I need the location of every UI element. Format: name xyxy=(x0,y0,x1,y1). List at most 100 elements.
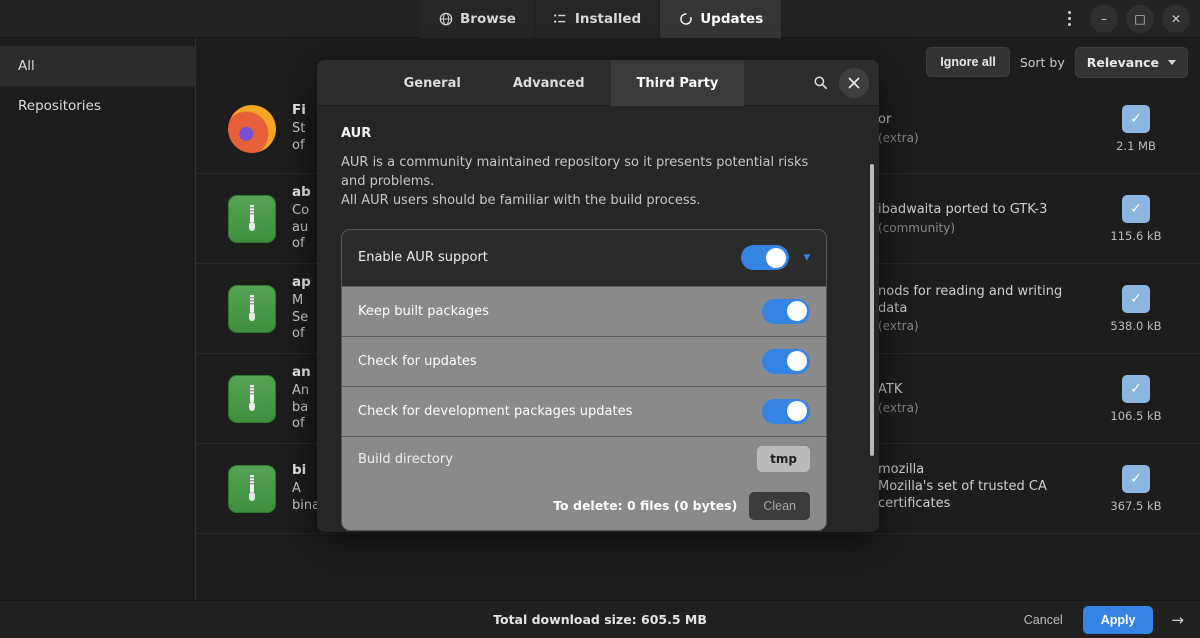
keep-built-packages-toggle[interactable] xyxy=(762,299,810,324)
cancel-button[interactable]: Cancel xyxy=(1016,607,1071,633)
package-actions: ✓ 115.6 kB xyxy=(1088,195,1184,243)
sidebar-item-all[interactable]: All xyxy=(0,46,195,86)
ignore-all-button[interactable]: Ignore all xyxy=(926,47,1010,77)
dialog-header: General Advanced Third Party xyxy=(317,60,879,106)
row-keep-built-packages-label: Keep built packages xyxy=(358,304,762,319)
row-build-directory[interactable]: Build directory tmp xyxy=(342,436,826,482)
package-icon xyxy=(228,285,276,333)
package-checkbox[interactable]: ✓ xyxy=(1122,195,1150,223)
globe-icon xyxy=(438,11,453,26)
row-check-for-updates[interactable]: Check for updates xyxy=(342,336,826,386)
package-right-description: or xyxy=(878,112,1088,129)
search-icon[interactable] xyxy=(805,68,835,98)
apply-button[interactable]: Apply xyxy=(1083,606,1154,634)
tab-general-label: General xyxy=(404,76,461,91)
close-button[interactable]: ✕ xyxy=(1162,5,1190,33)
tab-updates-label: Updates xyxy=(700,11,763,27)
chevron-down-icon xyxy=(1168,60,1176,65)
row-check-dev-updates[interactable]: Check for development packages updates xyxy=(342,386,826,436)
package-right-description: mozilla Mozilla's set of trusted CA cert… xyxy=(878,462,1088,513)
list-icon xyxy=(553,11,568,26)
tab-advanced[interactable]: Advanced xyxy=(487,60,611,106)
package-right-info: ibadwaita ported to GTK-3 (community) xyxy=(878,202,1088,235)
package-checkbox[interactable]: ✓ xyxy=(1122,105,1150,133)
row-check-for-updates-label: Check for updates xyxy=(358,354,762,369)
main-tabs: Browse Installed Updates xyxy=(420,0,782,38)
preferences-dialog: General Advanced Third Party AUR xyxy=(317,60,879,532)
package-actions: ✓ 367.5 kB xyxy=(1088,465,1184,513)
tab-updates[interactable]: Updates xyxy=(660,0,782,38)
tab-third-party-label: Third Party xyxy=(637,76,719,91)
package-right-description: nods for reading and writing data xyxy=(878,284,1088,318)
package-repo: (community) xyxy=(878,221,1088,235)
title-bar: Browse Installed Updates – □ ✕ xyxy=(0,0,1200,38)
package-icon xyxy=(228,375,276,423)
tab-third-party[interactable]: Third Party xyxy=(611,60,745,106)
row-check-dev-updates-label: Check for development packages updates xyxy=(358,404,762,419)
build-directory-value-button[interactable]: tmp xyxy=(757,446,810,472)
package-actions: ✓ 106.5 kB xyxy=(1088,375,1184,423)
dialog-tabs: General Advanced Third Party xyxy=(317,60,805,105)
package-size: 2.1 MB xyxy=(1116,139,1156,153)
tab-installed[interactable]: Installed xyxy=(535,0,660,38)
window-controls: – □ ✕ xyxy=(1056,5,1200,33)
sort-by-dropdown[interactable]: Relevance xyxy=(1075,47,1188,78)
content-toolbar: Ignore all Sort by Relevance xyxy=(926,42,1188,82)
check-for-updates-toggle[interactable] xyxy=(762,349,810,374)
kebab-menu-icon[interactable] xyxy=(1056,6,1082,32)
firefox-icon xyxy=(228,105,276,153)
bottom-bar: Total download size: 605.5 MB Cancel App… xyxy=(0,600,1200,638)
package-size: 367.5 kB xyxy=(1110,499,1161,513)
row-keep-built-packages[interactable]: Keep built packages xyxy=(342,286,826,336)
app-window: Browse Installed Updates – □ ✕ xyxy=(0,0,1200,638)
row-clean: To delete: 0 files (0 bytes) Clean xyxy=(342,482,826,530)
dialog-scrollbar[interactable] xyxy=(870,164,874,456)
titlebar-left-spacer xyxy=(0,0,420,38)
package-right-info: nods for reading and writing data (extra… xyxy=(878,284,1088,334)
package-right-info: or (extra) xyxy=(878,112,1088,145)
clean-button[interactable]: Clean xyxy=(749,492,810,520)
package-size: 538.0 kB xyxy=(1110,319,1161,333)
package-actions: ✓ 538.0 kB xyxy=(1088,285,1184,333)
package-actions: ✓ 2.1 MB xyxy=(1088,105,1184,153)
to-delete-label: To delete: 0 files (0 bytes) xyxy=(553,498,737,513)
sort-by-label: Sort by xyxy=(1020,55,1065,70)
package-size: 115.6 kB xyxy=(1110,229,1161,243)
aur-settings-card: Enable AUR support ▾ Keep built packages… xyxy=(341,229,827,531)
package-repo: (extra) xyxy=(878,131,1088,145)
sidebar-item-repositories[interactable]: Repositories xyxy=(0,86,195,126)
sort-by-value: Relevance xyxy=(1087,55,1159,70)
check-dev-updates-toggle[interactable] xyxy=(762,399,810,424)
row-build-directory-label: Build directory xyxy=(358,452,757,467)
package-right-description: ATK xyxy=(878,382,1088,399)
row-enable-aur[interactable]: Enable AUR support ▾ xyxy=(342,230,826,286)
package-checkbox[interactable]: ✓ xyxy=(1122,465,1150,493)
bottom-actions: Cancel Apply → xyxy=(1016,606,1190,634)
package-checkbox[interactable]: ✓ xyxy=(1122,285,1150,313)
maximize-button[interactable]: □ xyxy=(1126,5,1154,33)
minimize-button[interactable]: – xyxy=(1090,5,1118,33)
refresh-icon xyxy=(678,11,693,26)
sidebar-item-all-label: All xyxy=(18,58,35,74)
sidebar: All Repositories xyxy=(0,38,196,638)
sidebar-item-repositories-label: Repositories xyxy=(18,98,101,114)
dialog-actions xyxy=(805,60,879,105)
package-right-info: ATK (extra) xyxy=(878,382,1088,415)
package-repo: (extra) xyxy=(878,401,1088,415)
row-enable-aur-label: Enable AUR support xyxy=(358,250,741,265)
aur-description-line-2: All AUR users should be familiar with th… xyxy=(341,192,821,211)
tab-advanced-label: Advanced xyxy=(513,76,585,91)
package-icon xyxy=(228,465,276,513)
total-download-size: Total download size: 605.5 MB xyxy=(493,612,707,627)
close-icon[interactable] xyxy=(839,68,869,98)
arrow-right-icon[interactable]: → xyxy=(1165,611,1190,629)
section-title-aur: AUR xyxy=(341,126,855,141)
tab-general[interactable]: General xyxy=(378,60,487,106)
package-icon xyxy=(228,195,276,243)
chevron-down-icon[interactable]: ▾ xyxy=(803,250,810,265)
package-right-info: mozilla Mozilla's set of trusted CA cert… xyxy=(878,462,1088,515)
tab-browse-label: Browse xyxy=(460,11,516,27)
package-checkbox[interactable]: ✓ xyxy=(1122,375,1150,403)
enable-aur-toggle[interactable] xyxy=(741,245,789,270)
tab-browse[interactable]: Browse xyxy=(420,0,535,38)
